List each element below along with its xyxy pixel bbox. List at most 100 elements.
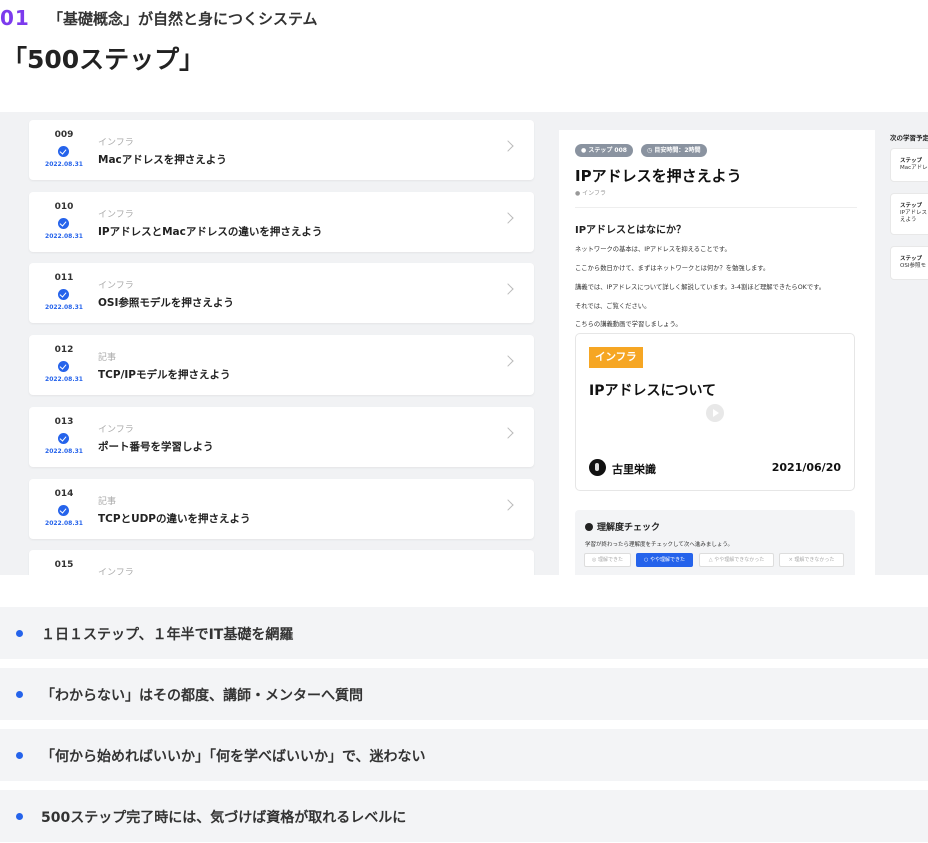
option-understood[interactable]: ◎ 理解できた — [584, 553, 631, 567]
divider — [575, 207, 857, 208]
option-not-understood[interactable]: × 理解できなかった — [779, 553, 844, 567]
step-title: OSI参照モデルを押さえよう — [98, 297, 234, 309]
detail-paragraph: 講義では、IPアドレスについて詳しく解説しています。3-4割ほど理解できたらOK… — [575, 284, 826, 291]
comprehension-check: 理解度チェック 学習が終わったら理解度をチェックして次へ進みましょう。 ◎ 理解… — [575, 510, 855, 575]
feature-text: 「わからない」はその都度、講師・メンターへ質問 — [41, 688, 363, 704]
bullet-icon — [16, 691, 23, 698]
feature-item: 500ステップ完了時には、気づけば資格が取れるレベルに — [0, 790, 928, 842]
step-card[interactable]: 011 2022.08.31 インフラ OSI参照モデルを押さえよう — [29, 263, 534, 323]
step-card[interactable]: 015 インフラ — [29, 550, 534, 575]
step-status: 009 2022.08.31 — [29, 120, 99, 180]
bullet-icon — [16, 630, 23, 637]
video-author: 古里栄識 — [612, 463, 656, 476]
chevron-right-icon — [502, 140, 514, 152]
step-number: 015 — [54, 560, 74, 570]
tag-icon: ● — [575, 190, 581, 197]
step-card[interactable]: 012 2022.08.31 記事 TCP/IPモデルを押さえよう — [29, 335, 534, 395]
feature-item: 「わからない」はその都度、講師・メンターへ質問 — [0, 668, 928, 720]
step-title: TCP/IPモデルを押さえよう — [98, 369, 231, 381]
bullet-icon — [16, 813, 23, 820]
check-circle-icon — [58, 361, 69, 372]
step-date: 2022.08.31 — [45, 161, 83, 168]
video-title: IPアドレスについて — [589, 383, 717, 399]
step-date: 2022.08.31 — [45, 448, 83, 455]
step-status: 014 2022.08.31 — [29, 479, 99, 539]
feature-item: 「何から始めればいいか」「何を学べばいいか」で、迷わない — [0, 729, 928, 781]
step-badge-label: ステップ 008 — [588, 147, 627, 154]
check-subtitle: 学習が終わったら理解度をチェックして次へ進みましょう。 — [585, 542, 734, 548]
chevron-right-icon — [502, 427, 514, 439]
step-category: インフラ — [98, 425, 134, 435]
step-number: 010 — [54, 202, 74, 212]
next-step-title: Macアドレ — [900, 165, 928, 171]
next-steps-panel: 次の学習予定 ステップ Macアドレ ステップ IPアドレス えよう ステップ … — [885, 122, 928, 575]
step-date: 2022.08.31 — [45, 304, 83, 311]
next-step-card[interactable]: ステップ IPアドレス えよう — [890, 193, 928, 235]
chevron-right-icon — [502, 212, 514, 224]
step-category: 記事 — [98, 353, 117, 363]
step-category: インフラ — [98, 568, 134, 575]
detail-paragraph: ここから数日かけて、まずはネットワークとは何か？を勉強します。 — [575, 265, 770, 272]
step-title: ポート番号を学習しよう — [98, 441, 214, 453]
section-number: 01 — [0, 6, 30, 30]
detail-paragraph: ネットワークの基本は、IPアドレスを抑えることです。 — [575, 246, 731, 253]
video-date: 2021/06/20 — [771, 461, 841, 474]
step-status: 015 — [29, 550, 99, 575]
next-step-label: ステップ — [900, 158, 923, 164]
step-status: 013 2022.08.31 — [29, 407, 99, 467]
step-title: Macアドレスを押さえよう — [98, 154, 227, 166]
bullet-icon — [16, 752, 23, 759]
next-step-title: OSI参照モ — [900, 263, 926, 269]
step-number: 014 — [54, 489, 74, 499]
step-title: TCPとUDPの違いを押さえよう — [98, 513, 251, 525]
check-circle-icon — [585, 523, 593, 531]
step-date: 2022.08.31 — [45, 376, 83, 383]
step-number: 012 — [54, 345, 74, 355]
step-number: 011 — [54, 273, 74, 283]
chevron-right-icon — [502, 355, 514, 367]
step-card[interactable]: 009 2022.08.31 インフラ Macアドレスを押さえよう — [29, 120, 534, 180]
step-category: 記事 — [98, 497, 117, 507]
section-heading-row: 01 「基礎概念」が自然と身につくシステム — [0, 6, 318, 30]
app-screenshot: 009 2022.08.31 インフラ Macアドレスを押さえよう 010 20… — [0, 112, 928, 575]
check-circle-icon — [58, 433, 69, 444]
next-step-card[interactable]: ステップ OSI参照モ — [890, 246, 928, 280]
step-detail-panel: ● ステップ 008 ◷ 目安時間：2時間 IPアドレスを押さえよう ● インフ… — [559, 130, 875, 575]
feature-text: 500ステップ完了時には、気づけば資格が取れるレベルに — [41, 810, 407, 826]
step-category: インフラ — [98, 281, 134, 291]
lecture-video-card[interactable]: インフラ IPアドレスについて 古里栄識 2021/06/20 — [575, 333, 855, 491]
step-card[interactable]: 010 2022.08.31 インフラ IPアドレスとMacアドレスの違いを押さ… — [29, 192, 534, 252]
feature-item: １日１ステップ、１年半でIT基礎を網羅 — [0, 607, 928, 659]
next-step-label: ステップ — [900, 203, 923, 209]
section-subtitle: 「基礎概念」が自然と身につくシステム — [48, 9, 318, 28]
video-category-tag: インフラ — [589, 347, 643, 368]
detail-tag[interactable]: ● インフラ — [575, 188, 606, 197]
step-category: インフラ — [98, 210, 134, 220]
check-circle-icon — [58, 289, 69, 300]
play-icon[interactable] — [706, 404, 724, 422]
feature-text: １日１ステップ、１年半でIT基礎を網羅 — [41, 627, 294, 643]
step-status: 011 2022.08.31 — [29, 263, 99, 323]
next-step-label: ステップ — [900, 256, 923, 262]
time-badge-label: 目安時間：2時間 — [654, 147, 701, 154]
step-status: 012 2022.08.31 — [29, 335, 99, 395]
option-mostly-not-understood[interactable]: △ やや理解できなかった — [699, 553, 774, 567]
step-date: 2022.08.31 — [45, 520, 83, 527]
next-step-card[interactable]: ステップ Macアドレ — [890, 148, 928, 182]
check-circle-icon — [58, 505, 69, 516]
check-circle-icon — [58, 146, 69, 157]
step-card[interactable]: 013 2022.08.31 インフラ ポート番号を学習しよう — [29, 407, 534, 467]
option-mostly-understood[interactable]: ○ やや理解できた — [636, 553, 693, 567]
step-card[interactable]: 014 2022.08.31 記事 TCPとUDPの違いを押さえよう — [29, 479, 534, 539]
check-title-label: 理解度チェック — [597, 523, 661, 533]
next-steps-title: 次の学習予定 — [890, 134, 928, 142]
avatar — [589, 459, 606, 476]
check-title: 理解度チェック — [585, 520, 660, 533]
step-status: 010 2022.08.31 — [29, 192, 99, 252]
section-title: 「500ステップ」 — [2, 45, 205, 74]
step-badge: ● ステップ 008 — [575, 144, 633, 157]
time-badge: ◷ 目安時間：2時間 — [641, 144, 707, 157]
step-date: 2022.08.31 — [45, 233, 83, 240]
step-number: 013 — [54, 417, 74, 427]
detail-paragraph: こちらの講義動画で学習しましょう。 — [575, 321, 682, 328]
